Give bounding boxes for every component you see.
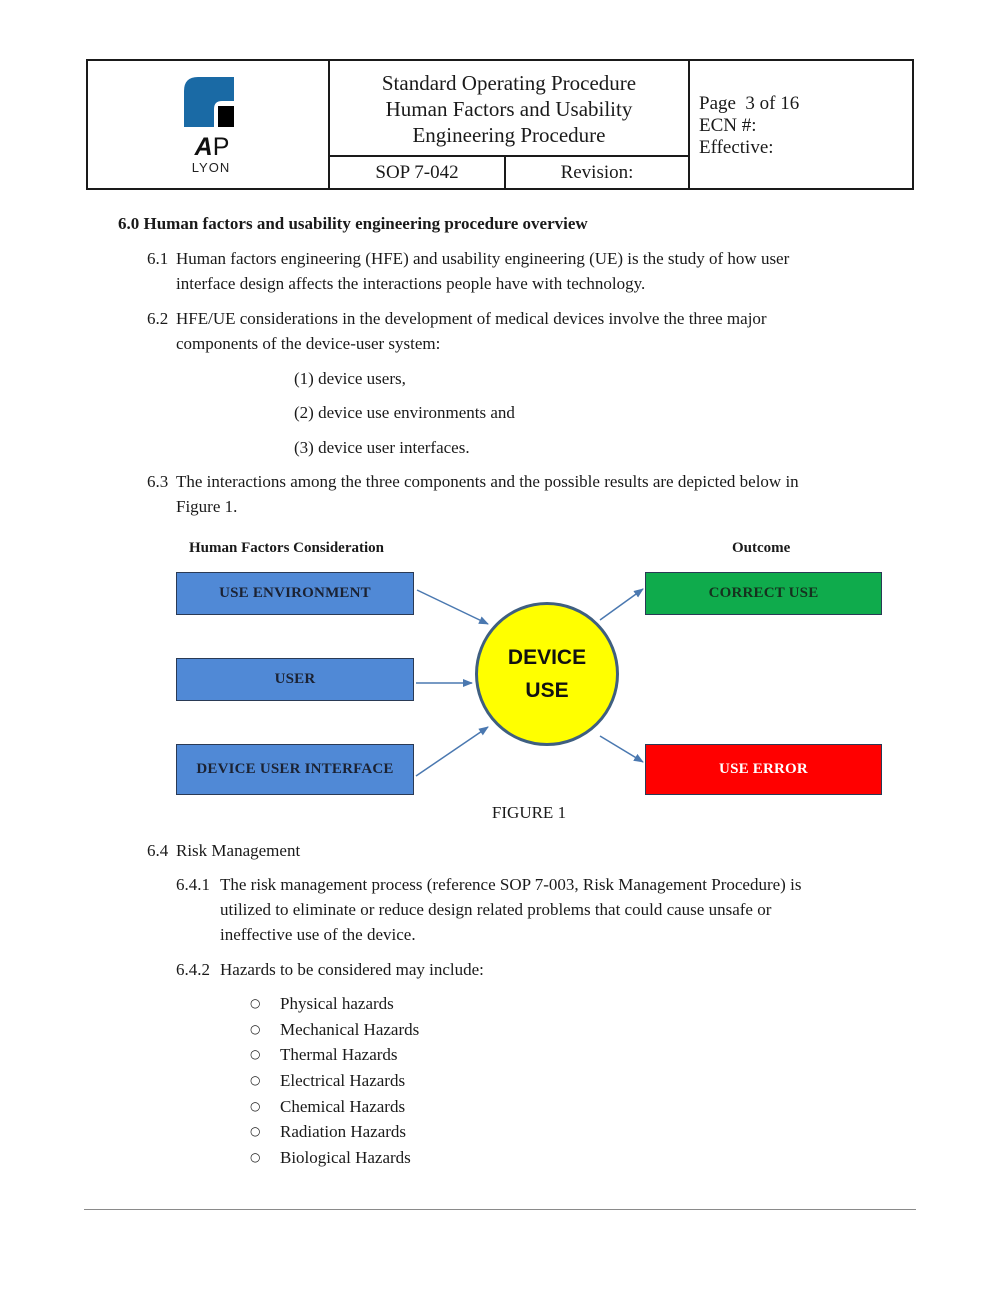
bullet-circle-icon: ○	[250, 1022, 261, 1036]
hazard-label: Mechanical Hazards	[280, 1020, 420, 1039]
paragraph-6-4-number: 6.4	[147, 841, 169, 860]
title-line: Engineering Procedure	[412, 123, 606, 147]
input-box-use-environment: USE ENVIRONMENT	[176, 572, 414, 615]
input-box-device-user-interface: DEVICE USER INTERFACE	[176, 744, 414, 795]
title-line: Standard Operating Procedure	[381, 71, 637, 95]
outcome-box-use-error: USE ERROR	[645, 744, 882, 795]
revision-field: Revision:	[506, 157, 690, 188]
paragraph-6-4-1-line: utilized to eliminate or reduce design r…	[220, 900, 772, 919]
paragraph-6-1-line: Human factors engineering (HFE) and usab…	[176, 249, 790, 268]
bullet-circle-icon: ○	[250, 1150, 261, 1164]
figure-right-heading: Outcome	[732, 540, 791, 556]
document-title: Standard Operating Procedure Human Facto…	[330, 61, 690, 157]
component-item: (1) device users,	[294, 369, 406, 388]
paragraph-6-3-line: Figure 1.	[176, 497, 238, 516]
paragraph-6-4-title: Risk Management	[176, 841, 301, 860]
paragraph-6-1-line: interface design affects the interaction…	[176, 274, 646, 293]
ecn-field: ECN #:	[699, 115, 757, 136]
bullet-circle-icon: ○	[250, 996, 261, 1010]
paragraph-6-2-line: HFE/UE considerations in the development…	[176, 309, 767, 328]
paragraph-6-4-1-number: 6.4.1	[176, 875, 210, 894]
hazard-label: Thermal Hazards	[280, 1045, 398, 1064]
bullet-circle-icon: ○	[250, 1073, 261, 1087]
hazard-label: Biological Hazards	[280, 1148, 411, 1167]
input-box-label: USER	[274, 671, 316, 687]
paragraph-6-4-1-line: ineffective use of the device.	[220, 925, 416, 944]
paragraph-6-4-1-line: The risk management process (reference S…	[220, 875, 802, 894]
title-line: Human Factors and Usability	[385, 97, 633, 121]
logo-cell: AP LYON	[88, 61, 330, 188]
effective-field: Effective:	[699, 137, 774, 158]
input-box-label: USE ENVIRONMENT	[219, 585, 371, 601]
paragraph-6-1-number: 6.1	[147, 249, 169, 268]
arrow-device-use-to-correct-use	[599, 588, 644, 621]
paragraph-6-4-2-text: Hazards to be considered may include:	[220, 960, 484, 979]
paragraph-6-2-line: components of the device-user system:	[176, 334, 441, 353]
arrow-interface-to-device-use	[415, 726, 489, 777]
document-header-table: AP LYON Standard Operating Procedure Hum…	[86, 59, 914, 190]
paragraph-6-2-number: 6.2	[147, 309, 169, 328]
section-heading: 6.0 Human factors and usability engineer…	[118, 214, 588, 233]
sop-number: SOP 7-042	[330, 157, 506, 188]
outcome-label: USE ERROR	[719, 761, 808, 777]
bullet-circle-icon: ○	[250, 1047, 261, 1061]
paragraph-6-3-line: The interactions among the three compone…	[176, 472, 799, 491]
arrow-environment-to-device-use	[416, 589, 489, 625]
device-use-circle: DEVICE USE	[475, 602, 619, 746]
hazard-label: Physical hazards	[280, 994, 394, 1013]
logo-city: LYON	[191, 160, 231, 175]
logo-letter-p: P	[212, 133, 230, 161]
input-box-user: USER	[176, 658, 414, 701]
arrow-device-use-to-use-error	[599, 735, 644, 763]
logo-letter-a: A	[194, 133, 213, 161]
bullet-circle-icon: ○	[250, 1099, 261, 1113]
component-item: (3) device user interfaces.	[294, 438, 470, 457]
company-logo-icon	[184, 77, 234, 127]
circle-label-line: USE	[525, 679, 569, 702]
hazard-label: Chemical Hazards	[280, 1097, 406, 1116]
bullet-circle-icon: ○	[250, 1124, 261, 1138]
outcome-box-correct-use: CORRECT USE	[645, 572, 882, 615]
circle-label-line: DEVICE	[507, 646, 587, 669]
document-meta: Page 3 of 16 ECN #: Effective:	[690, 61, 912, 188]
figure-caption: FIGURE 1	[491, 803, 567, 822]
logo-wordmark: AP	[187, 134, 237, 160]
paragraph-6-3-number: 6.3	[147, 472, 169, 491]
paragraph-6-4-2-number: 6.4.2	[176, 960, 210, 979]
figure-left-heading: Human Factors Consideration	[189, 540, 384, 556]
hazard-label: Radiation Hazards	[280, 1122, 407, 1141]
page-number: Page 3 of 16	[699, 93, 800, 114]
outcome-label: CORRECT USE	[708, 585, 819, 601]
hazard-label: Electrical Hazards	[280, 1071, 406, 1090]
component-item: (2) device use environments and	[294, 403, 515, 422]
footer-divider	[84, 1209, 916, 1210]
input-box-label: DEVICE USER INTERFACE	[196, 761, 394, 777]
